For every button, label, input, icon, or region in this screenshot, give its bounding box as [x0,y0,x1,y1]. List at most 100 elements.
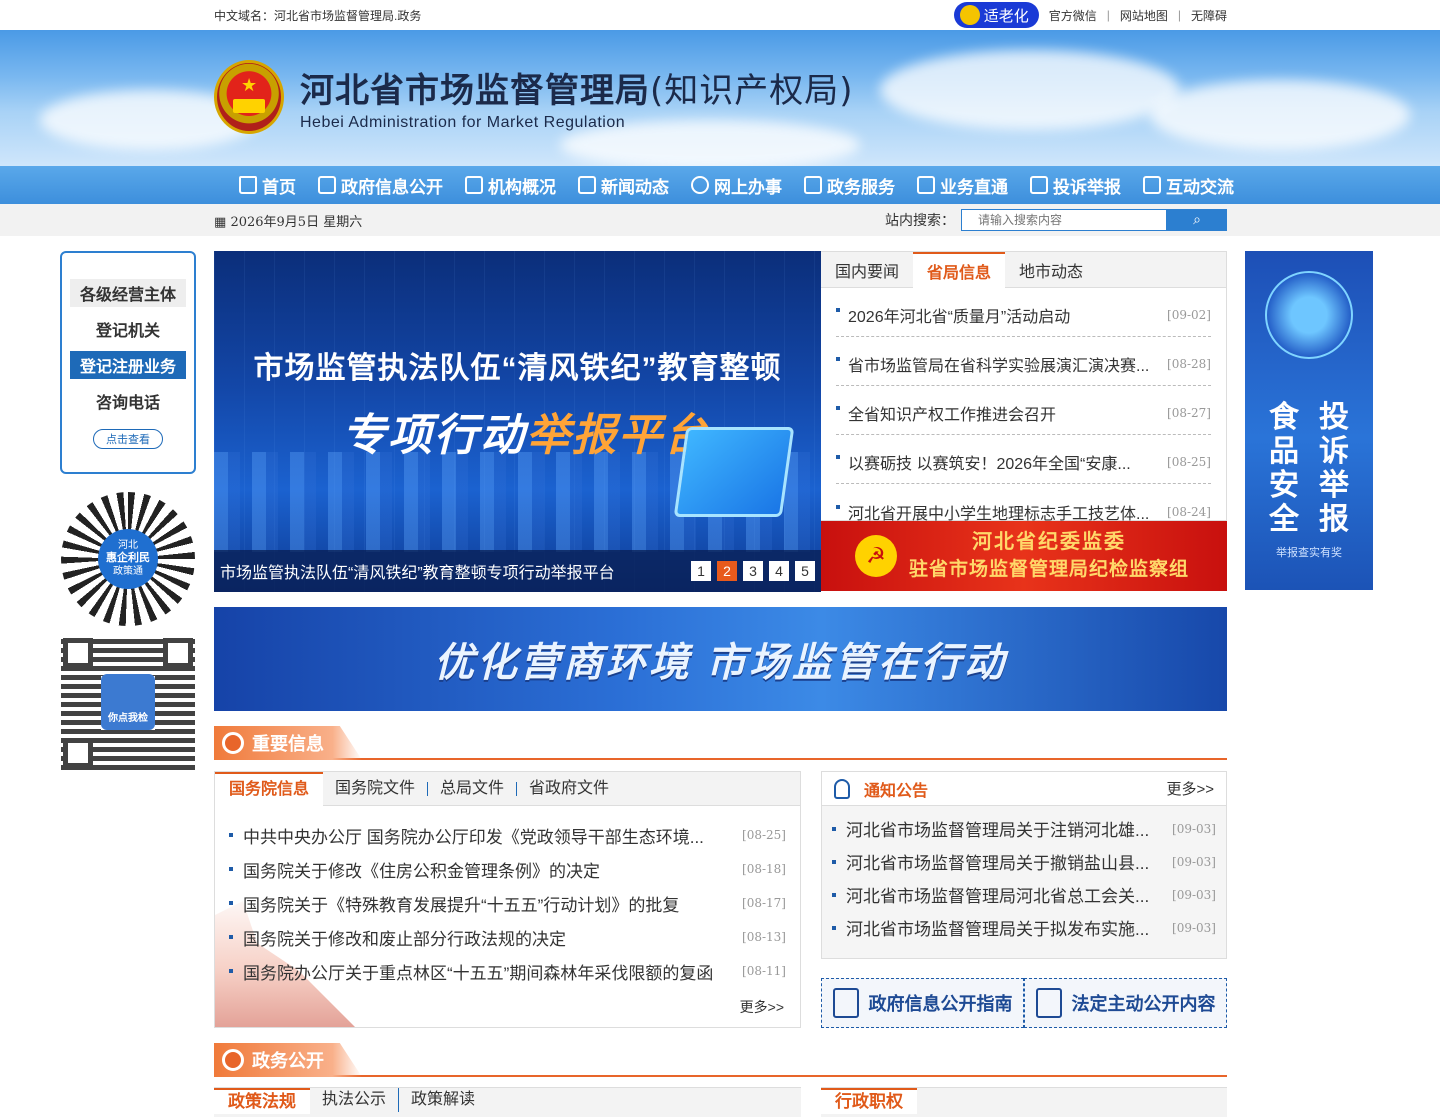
list-item[interactable]: 国务院关于修改和废止部分行政法规的决定 [08-13] [229,920,786,954]
policy-tabs: 政策法规 执法公示 政策解读 [214,1087,801,1117]
domain-label: 中文域名：河北省市场监督管理局.政务 [214,8,422,23]
tab-province-docs[interactable]: 省政府文件 [517,780,621,796]
search-button[interactable]: ⌕ [1167,209,1227,231]
tab-policy[interactable]: 政策法规 [214,1088,310,1114]
business-env-banner[interactable]: 优化营商环境 市场监管在行动 [214,607,1227,711]
authority-tabs: 行政职权 [821,1087,1227,1117]
disclosure-guide-button[interactable]: 政府信息公开指南 [821,978,1024,1028]
app-qr: 你点我检 [61,636,195,770]
news-tabs: 国内要闻 省局信息 地市动态 [821,251,1226,289]
news-icon [578,176,596,194]
slide-dot[interactable]: 5 [795,561,815,581]
notice-panel: 通知公告 更多>> 河北省市场监督管理局关于注销河北雄... [09-03] 河北… [821,771,1227,959]
tab-city-news[interactable]: 地市动态 [1005,252,1097,288]
envelope-icon [673,427,795,517]
complaint-ad[interactable]: 食品安全 投诉举报 举报查实有奖 [1245,251,1373,590]
section-icon [222,732,244,754]
ad-footer: 举报查实有奖 [1276,547,1342,559]
nav-interaction[interactable]: 互动交流 [1143,173,1234,198]
list-item[interactable]: 中共中央办公厅 国务院办公厅印发《党政领导干部生态环境... [08-25] [229,818,786,852]
section-important: 重要信息 [214,726,1227,760]
view-button[interactable]: 点击查看 [93,429,163,449]
site-logo[interactable]: ★ 河北省市场监督管理局(知识产权局) Hebei Administration… [214,60,854,134]
tab-state-council-docs[interactable]: 国务院文件 [323,780,429,796]
notice-more-link[interactable]: 更多>> [1166,778,1214,799]
calendar-icon: ▦ [214,214,227,230]
main-nav: 首页 政府信息公开 机构概况 新闻动态 网上办事 政务服务 业务直通 投诉举报 … [0,166,1440,204]
discipline-inspection-banner[interactable]: ☭ 河北省纪委监委 驻省市场监督管理局纪检监察组 [821,521,1227,591]
site-search: 站内搜索： ⌕ [885,209,1227,231]
state-council-tabs: 国务院信息 国务院文件 总局文件 省政府文件 [215,772,800,807]
slide-dot[interactable]: 1 [691,561,711,581]
divider: | [1106,8,1110,22]
news-item[interactable]: 省市场监管局在省科学实验展演汇演决赛... [08-28] [836,337,1211,386]
tab-state-council-info[interactable]: 国务院信息 [215,772,324,807]
nav-business[interactable]: 业务直通 [917,173,1008,198]
nav-home[interactable]: 首页 [239,173,296,198]
registration-business-item[interactable]: 登记注册业务 [70,351,186,379]
disclosure-guides: 政府信息公开指南 法定主动公开内容 [821,978,1227,1028]
tab-admin-authority[interactable]: 行政职权 [821,1088,917,1114]
search-input[interactable] [961,209,1167,231]
slide-dot-active[interactable]: 2 [717,561,737,581]
news-panel: 国内要闻 省局信息 地市动态 2026年河北省“质量月”活动启动 [09-02] … [821,251,1227,523]
news-item[interactable]: 全省知识产权工作推进会召开 [08-27] [836,386,1211,435]
accessibility-link[interactable]: 无障碍 [1191,7,1227,24]
nav-gov-info[interactable]: 政府信息公开 [318,173,443,198]
nav-complaint[interactable]: 投诉举报 [1030,173,1121,198]
statutory-disclosure-button[interactable]: 法定主动公开内容 [1024,978,1227,1028]
nav-gov-service[interactable]: 政务服务 [804,173,895,198]
tab-enforcement[interactable]: 执法公示 [310,1088,400,1112]
main-carousel[interactable]: 市场监管执法队伍“清风铁纪”教育整顿 专项行动举报平台 市场监管执法队伍“清风铁… [214,251,821,592]
section-title: 政务公开 [252,1051,324,1071]
list-item[interactable]: 国务院关于《特殊教育发展提升“十五五”行动计划》的批复 [08-17] [229,886,786,920]
tab-provincial-news[interactable]: 省局信息 [913,251,1006,289]
notice-item[interactable]: 河北省市场监督管理局关于撤销盐山县... [09-03] [832,845,1216,878]
top-bar: 中文域名：河北省市场监督管理局.政务 适老化 官方微信 | 网站地图 | 无障碍 [0,0,1440,30]
nav-org[interactable]: 机构概况 [465,173,556,198]
site-title-en: Hebei Administration for Market Regulati… [300,113,626,131]
list-item[interactable]: 国务院关于修改《住房公积金管理条例》的决定 [08-18] [229,852,786,886]
guide-doc-icon [832,988,859,1018]
tab-interpretation[interactable]: 政策解读 [399,1088,487,1112]
more-link[interactable]: 更多>> [740,997,784,1017]
slide-dot[interactable]: 3 [743,561,763,581]
consult-phone-item[interactable]: 咨询电话 [70,387,186,415]
party-emblem-icon: ☭ [855,535,897,577]
slide-caption-bar: 市场监管执法队伍“清风铁纪”教育整顿专项行动举报平台 1 2 3 4 5 [214,550,821,592]
news-item[interactable]: 2026年河北省“质量月”活动启动 [09-02] [836,288,1211,337]
slide-pager: 1 2 3 4 5 [691,561,815,581]
national-emblem-icon: ★ [214,60,284,134]
qr-app-label: 你点我检 [101,674,155,730]
elder-mode-button[interactable]: 适老化 [953,2,1039,28]
notice-item[interactable]: 河北省市场监督管理局河北省总工会关... [09-03] [832,878,1216,911]
nav-online-service[interactable]: 网上办事 [691,173,782,198]
list-item[interactable]: 国务院办公厅关于重点林区“十五五”期间森林年采伐限额的复函 [08-11] [229,954,786,988]
ad-text-food-safety: 食品安全 [1269,401,1299,536]
document-icon [318,176,336,194]
ad-text-complaint: 投诉举报 [1319,401,1349,536]
cube-icon [804,176,822,194]
business-entities-item[interactable]: 各级经营主体 [70,279,186,307]
tab-samr-docs[interactable]: 总局文件 [428,780,518,796]
sitemap-link[interactable]: 网站地图 [1120,7,1168,24]
notice-item[interactable]: 河北省市场监督管理局关于注销河北雄... [09-03] [832,812,1216,845]
notice-item[interactable]: 河北省市场监督管理局关于拟发布实施... [09-03] [832,911,1216,944]
warning-icon [1030,176,1048,194]
banner-title: 优化营商环境 市场监管在行动 [433,641,1008,685]
banner-line2: 驻省市场监督管理局纪检监察组 [909,559,1190,580]
slide-headline: 市场监管执法队伍“清风铁纪”教育整顿 [253,352,782,385]
wechat-link[interactable]: 官方微信 [1049,7,1097,24]
search-icon: ⌕ [1193,212,1201,228]
registration-authority-item[interactable]: 登记机关 [70,315,186,343]
nav-news[interactable]: 新闻动态 [578,173,669,198]
bell-icon [834,778,850,799]
tab-domestic-news[interactable]: 国内要闻 [821,252,913,288]
mini-program-qr: 河北 惠企利民 政策通 [61,492,195,626]
section-icon [222,1049,244,1071]
news-item[interactable]: 以赛砺技 以赛筑安！2026年全国“安康... [08-25] [836,435,1211,484]
slide-subline: 专项行动举报平台 [342,411,710,460]
clipboard-icon [1035,988,1062,1018]
qr-center-label: 河北 惠企利民 政策通 [98,529,158,589]
slide-dot[interactable]: 4 [769,561,789,581]
